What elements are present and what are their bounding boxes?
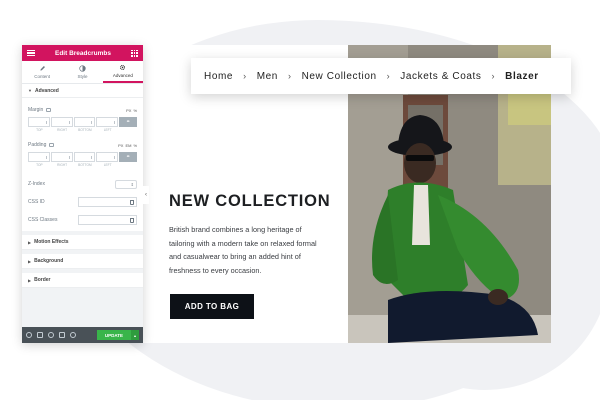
panel-tabs: Content Style Advanced xyxy=(22,61,143,84)
margin-bottom-input[interactable] xyxy=(73,117,96,127)
unit-switcher: PX EM % xyxy=(118,143,137,148)
breadcrumb-separator: › xyxy=(491,71,496,81)
update-options-caret-icon[interactable]: ▴ xyxy=(131,330,139,340)
margin-right-input[interactable] xyxy=(50,117,73,127)
history-icon[interactable] xyxy=(48,332,54,338)
unit-percent[interactable]: % xyxy=(133,143,137,148)
contrast-icon xyxy=(79,65,86,72)
preview-eye-icon[interactable] xyxy=(70,332,76,338)
zindex-label: Z-Index xyxy=(28,181,45,187)
responsive-desktop-icon[interactable] xyxy=(46,108,52,112)
dimension-label-top: TOP xyxy=(36,163,43,167)
section-border[interactable]: ▶ Border xyxy=(22,273,143,288)
tab-label: Style xyxy=(77,74,88,79)
link-values-icon[interactable]: ⚭ xyxy=(119,152,137,162)
dimension-label-right: RIGHT xyxy=(57,128,68,132)
padding-inputs: ⚭ xyxy=(28,152,137,162)
padding-dimension-labels: TOP RIGHT BOTTOM LEFT xyxy=(28,163,137,167)
css-id-input[interactable] xyxy=(78,197,137,207)
trash-icon xyxy=(130,217,134,223)
gear-icon xyxy=(120,64,126,71)
unit-switcher: PX % xyxy=(126,108,137,113)
unit-percent[interactable]: % xyxy=(133,108,137,113)
breadcrumb-separator: › xyxy=(243,71,247,81)
unit-px[interactable]: PX xyxy=(126,108,131,113)
css-classes-row: CSS Classes xyxy=(28,213,137,227)
page-title: NEW COLLECTION xyxy=(169,192,331,210)
link-values-icon[interactable]: ⚭ xyxy=(119,117,137,127)
css-id-row: CSS ID xyxy=(28,195,137,209)
css-id-label: CSS ID xyxy=(28,199,45,205)
caret-right-icon: ▶ xyxy=(28,258,32,264)
zindex-input[interactable]: ⇕ xyxy=(115,179,137,189)
breadcrumb: Home › Men › New Collection › Jackets & … xyxy=(191,58,571,94)
caret-right-icon: ▶ xyxy=(28,277,32,283)
navigator-icon[interactable] xyxy=(37,332,43,338)
update-button[interactable]: UPDATE xyxy=(96,330,131,340)
padding-top-input[interactable] xyxy=(28,152,50,162)
responsive-desktop-icon[interactable] xyxy=(49,143,55,147)
tab-label: Advanced xyxy=(112,73,133,78)
dimension-label-right: RIGHT xyxy=(57,163,68,167)
padding-bottom-input[interactable] xyxy=(73,152,96,162)
description-text: British brand combines a long heritage o… xyxy=(169,225,317,275)
breadcrumb-item-jackets-coats[interactable]: Jackets & Coats xyxy=(400,71,481,82)
section-advanced-body: Margin PX % ⚭ TOP RIGHT BOTTOM LEFT Padd… xyxy=(22,98,143,231)
dimension-label-left: LEFT xyxy=(103,128,112,132)
margin-label: Margin xyxy=(28,107,44,113)
panel-collapse-handle[interactable]: ‹ xyxy=(143,186,149,204)
margin-left-input[interactable] xyxy=(96,117,118,127)
margin-inputs: ⚭ xyxy=(28,117,137,127)
caret-right-icon: ▶ xyxy=(28,239,32,245)
padding-right-input[interactable] xyxy=(50,152,73,162)
panel-title: Edit Breadcrumbs xyxy=(55,49,111,57)
css-classes-label: CSS Classes xyxy=(28,217,58,223)
tab-content[interactable]: Content xyxy=(22,61,62,83)
responsive-mode-icon[interactable] xyxy=(59,332,65,338)
section-label: Motion Effects xyxy=(34,239,69,245)
tab-style[interactable]: Style xyxy=(62,61,102,83)
editor-panel: Edit Breadcrumbs Content Style Advanced … xyxy=(22,45,143,343)
tab-label: Content xyxy=(34,74,51,79)
section-motion-effects[interactable]: ▶ Motion Effects xyxy=(22,235,143,250)
update-button-group: UPDATE ▴ xyxy=(96,330,139,340)
section-label: Advanced xyxy=(34,87,59,94)
css-classes-input[interactable] xyxy=(78,215,137,225)
padding-row: Padding PX EM % xyxy=(28,140,137,150)
tab-advanced[interactable]: Advanced xyxy=(102,61,143,83)
section-advanced-header[interactable]: ▼ Advanced xyxy=(22,84,143,98)
breadcrumb-item-home[interactable]: Home xyxy=(204,71,233,82)
trash-icon xyxy=(130,199,134,205)
padding-left-input[interactable] xyxy=(96,152,118,162)
add-to-bag-button[interactable]: ADD TO BAG xyxy=(170,294,254,319)
zindex-row: Z-Index ⇕ xyxy=(28,177,137,191)
caret-down-icon: ▼ xyxy=(28,88,32,93)
breadcrumb-item-new-collection[interactable]: New Collection xyxy=(302,71,377,82)
dimension-label-left: LEFT xyxy=(103,163,112,167)
dimension-label-bottom: BOTTOM xyxy=(78,128,92,132)
margin-top-input[interactable] xyxy=(28,117,50,127)
unit-px[interactable]: PX xyxy=(118,143,123,148)
breadcrumb-current: Blazer xyxy=(505,70,539,82)
margin-dimension-labels: TOP RIGHT BOTTOM LEFT xyxy=(28,128,137,132)
section-background[interactable]: ▶ Background xyxy=(22,254,143,269)
section-label: Border xyxy=(34,277,51,283)
widgets-grid-icon[interactable] xyxy=(131,49,138,57)
breadcrumb-item-men[interactable]: Men xyxy=(257,71,278,82)
menu-icon[interactable] xyxy=(27,50,35,56)
panel-header: Edit Breadcrumbs xyxy=(22,45,143,61)
breadcrumb-separator: › xyxy=(386,71,391,81)
margin-row: Margin PX % xyxy=(28,105,137,115)
dimension-label-bottom: BOTTOM xyxy=(78,163,92,167)
panel-footer: UPDATE ▴ xyxy=(22,327,143,343)
breadcrumb-separator: › xyxy=(287,71,292,81)
dimension-label-top: TOP xyxy=(36,128,43,132)
settings-icon[interactable] xyxy=(26,332,32,338)
unit-em[interactable]: EM xyxy=(125,143,131,148)
pencil-icon xyxy=(40,66,45,71)
padding-label: Padding xyxy=(28,142,47,148)
section-label: Background xyxy=(34,258,64,264)
